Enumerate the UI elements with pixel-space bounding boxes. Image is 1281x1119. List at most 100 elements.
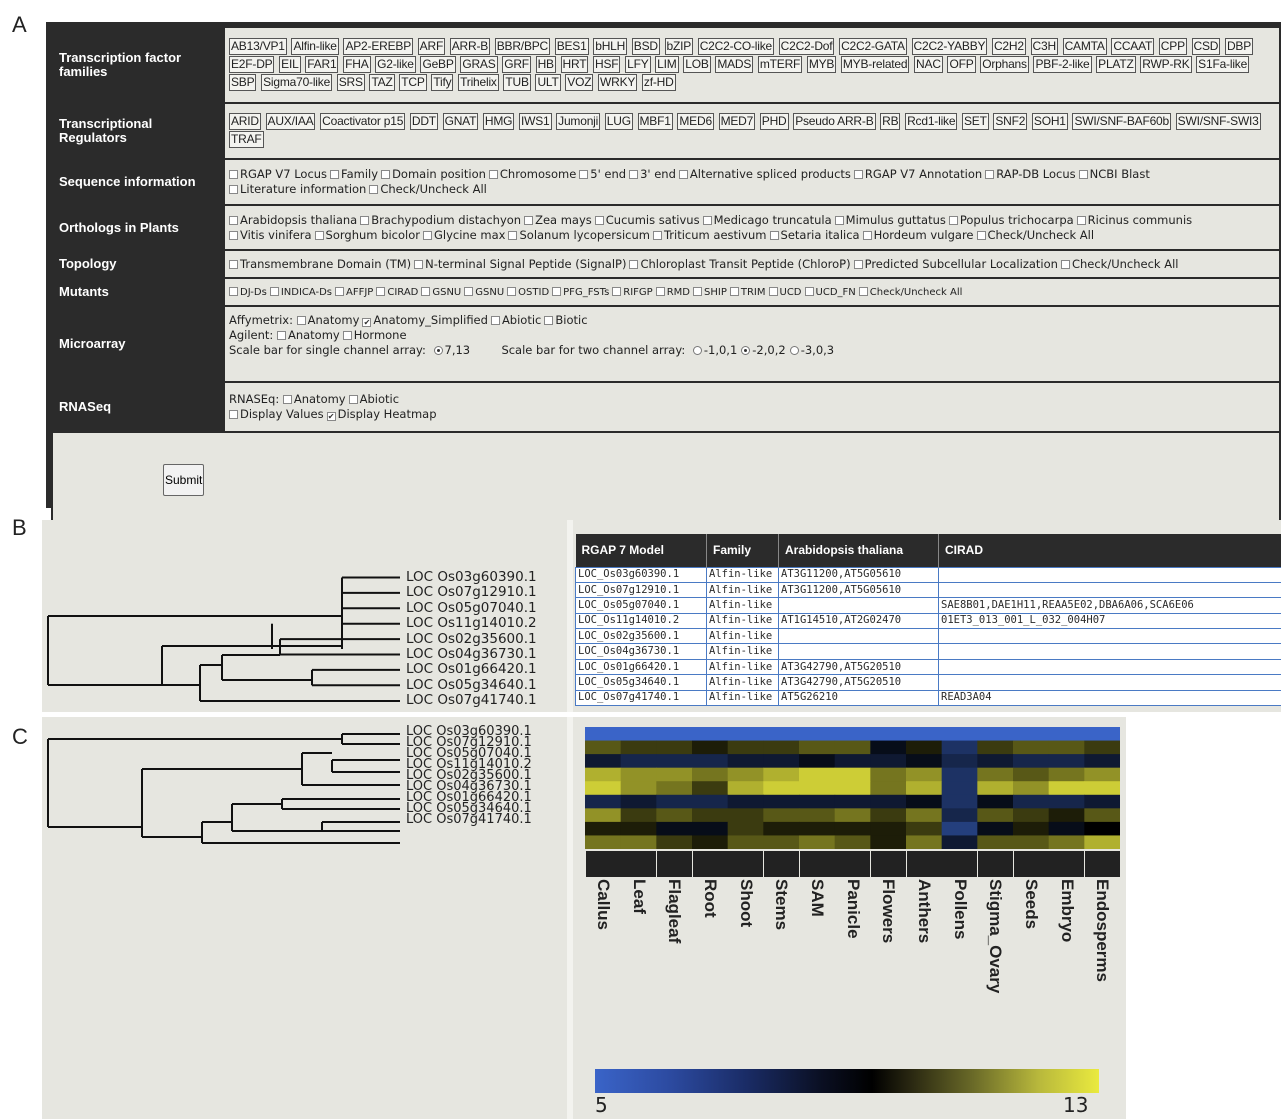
regulator-button[interactable]: PHD <box>759 113 789 130</box>
regulator-button[interactable]: IWS1 <box>518 113 552 130</box>
checkbox[interactable] <box>652 230 662 240</box>
display-option[interactable]: ✔ Display Heatmap <box>326 407 437 422</box>
mutant-option[interactable]: OSTID <box>507 285 549 300</box>
checkbox[interactable] <box>330 170 340 179</box>
checkbox[interactable] <box>464 286 474 296</box>
checkbox[interactable] <box>1060 259 1070 269</box>
checkbox[interactable] <box>769 230 779 240</box>
checkbox[interactable] <box>229 286 238 296</box>
checkbox[interactable] <box>985 170 995 179</box>
checkbox[interactable] <box>834 215 844 225</box>
ortholog-species-option[interactable]: Medicago truncatula <box>702 213 832 228</box>
mutant-option[interactable]: SHIP <box>693 285 727 300</box>
checkbox[interactable] <box>1076 215 1086 225</box>
ortholog-species-option[interactable]: Cucumis sativus <box>594 213 700 228</box>
checkbox[interactable] <box>853 259 863 269</box>
tf-family-button[interactable]: CSD <box>1191 38 1221 55</box>
checkbox[interactable] <box>421 286 431 296</box>
mutant-option[interactable]: UCD_FN <box>804 285 856 300</box>
tf-family-button[interactable]: HB <box>535 56 556 73</box>
checkbox[interactable] <box>693 286 702 296</box>
tf-family-button[interactable]: LOB <box>683 56 711 73</box>
checkbox[interactable] <box>488 170 498 179</box>
checkbox[interactable] <box>335 286 345 296</box>
checkbox[interactable] <box>276 331 286 340</box>
tf-family-button[interactable]: S1Fa-like <box>1196 56 1250 73</box>
mutant-option[interactable]: DJ-Ds <box>229 285 267 300</box>
ortholog-species-option[interactable]: Solanum lycopersicum <box>508 228 650 243</box>
checkbox[interactable] <box>768 286 778 296</box>
checkbox[interactable] <box>282 395 292 404</box>
checkbox[interactable] <box>858 286 868 296</box>
tf-family-button[interactable]: WRKY <box>598 74 638 91</box>
tf-family-button[interactable]: C3H <box>1030 38 1058 55</box>
tf-family-button[interactable]: E2F-DP <box>229 56 275 73</box>
regulator-button[interactable]: SET <box>961 113 989 130</box>
checkbox[interactable] <box>269 286 279 296</box>
tf-family-button[interactable]: VOZ <box>565 74 594 91</box>
checkbox[interactable] <box>544 316 554 325</box>
ortholog-species-option[interactable]: Arabidopsis thaliana <box>229 213 357 228</box>
tf-family-button[interactable]: LFY <box>625 56 651 73</box>
tf-family-button[interactable]: bHLH <box>593 38 628 55</box>
tf-family-button[interactable]: HRT <box>560 56 589 73</box>
tf-family-button[interactable]: C2C2-GATA <box>839 38 907 55</box>
checkbox[interactable] <box>804 286 814 296</box>
ortholog-species-option[interactable]: Check/Uncheck All <box>976 228 1094 243</box>
tf-family-button[interactable]: FHA <box>343 56 371 73</box>
mutant-option[interactable]: Check/Uncheck All <box>858 285 962 300</box>
tf-family-button[interactable]: ULT <box>535 74 561 91</box>
affymetrix-option[interactable]: Abiotic <box>490 313 541 328</box>
sequence-info-option[interactable]: Family <box>330 167 378 182</box>
tf-family-button[interactable]: C2C2-CO-like <box>697 38 774 55</box>
scale-two-radio[interactable] <box>692 346 702 355</box>
checkbox[interactable] <box>594 215 604 225</box>
checkbox[interactable] <box>422 230 432 240</box>
sequence-info-option[interactable]: Chromosome <box>488 167 576 182</box>
regulator-button[interactable]: SWI/SNF-SWI3 <box>1175 113 1261 130</box>
topology-option[interactable]: Check/Uncheck All <box>1060 257 1178 272</box>
tf-family-button[interactable]: HSF <box>593 56 621 73</box>
tf-family-button[interactable]: LIM <box>655 56 679 73</box>
regulator-button[interactable]: MED6 <box>677 113 714 130</box>
checkbox[interactable] <box>369 185 379 194</box>
ortholog-species-option[interactable]: Populus trichocarpa <box>948 213 1074 228</box>
checkbox[interactable] <box>229 410 238 419</box>
mutant-option[interactable]: TRIM <box>729 285 766 300</box>
mutant-option[interactable]: AFFJP <box>335 285 373 300</box>
rnaseq-option[interactable]: Anatomy <box>282 392 346 407</box>
mutant-option[interactable]: INDICA-Ds <box>269 285 332 300</box>
sequence-info-option[interactable]: RAP-DB Locus <box>985 167 1076 182</box>
sequence-info-option[interactable]: 3' end <box>629 167 676 182</box>
topology-option[interactable]: N-terminal Signal Peptide (SignalP) <box>414 257 626 272</box>
topology-option[interactable]: Transmembrane Domain (TM) <box>229 257 411 272</box>
sequence-info-option[interactable]: NCBI Blast <box>1078 167 1150 182</box>
topology-option[interactable]: Predicted Subcellular Localization <box>853 257 1058 272</box>
tf-family-button[interactable]: CAMTA <box>1062 38 1107 55</box>
regulator-button[interactable]: Jumonji <box>556 113 601 130</box>
tf-family-button[interactable]: C2H2 <box>991 38 1026 55</box>
regulator-button[interactable]: LUG <box>604 113 633 130</box>
tf-family-button[interactable]: ARR-B <box>449 38 491 55</box>
tf-family-button[interactable]: OFP <box>947 56 976 73</box>
regulator-button[interactable]: AUX/IAA <box>265 113 316 130</box>
agilent-option[interactable]: Hormone <box>342 328 407 343</box>
regulator-button[interactable]: Coactivator p15 <box>320 113 406 130</box>
sequence-info-option[interactable]: RGAP V7 Locus <box>229 167 327 182</box>
mutant-option[interactable]: CIRAD <box>376 285 418 300</box>
checkbox[interactable] <box>376 286 386 296</box>
regulator-button[interactable]: SNF2 <box>993 113 1028 130</box>
tf-family-button[interactable]: TAZ <box>369 74 395 91</box>
ortholog-species-option[interactable]: Glycine max <box>422 228 505 243</box>
checkbox[interactable] <box>702 215 712 225</box>
checkbox[interactable] <box>229 230 238 240</box>
checkbox[interactable] <box>507 286 517 296</box>
sequence-info-option[interactable]: Alternative spliced products <box>678 167 851 182</box>
checkbox[interactable] <box>1078 170 1088 179</box>
scale-two-radio[interactable] <box>789 346 799 355</box>
checkbox[interactable] <box>552 286 562 296</box>
tf-family-button[interactable]: PBF-2-like <box>1033 56 1092 73</box>
scale-two-radio[interactable] <box>741 346 751 355</box>
tf-family-button[interactable]: AB13/VP1 <box>229 38 287 55</box>
checkbox[interactable]: ✔ <box>326 412 336 421</box>
